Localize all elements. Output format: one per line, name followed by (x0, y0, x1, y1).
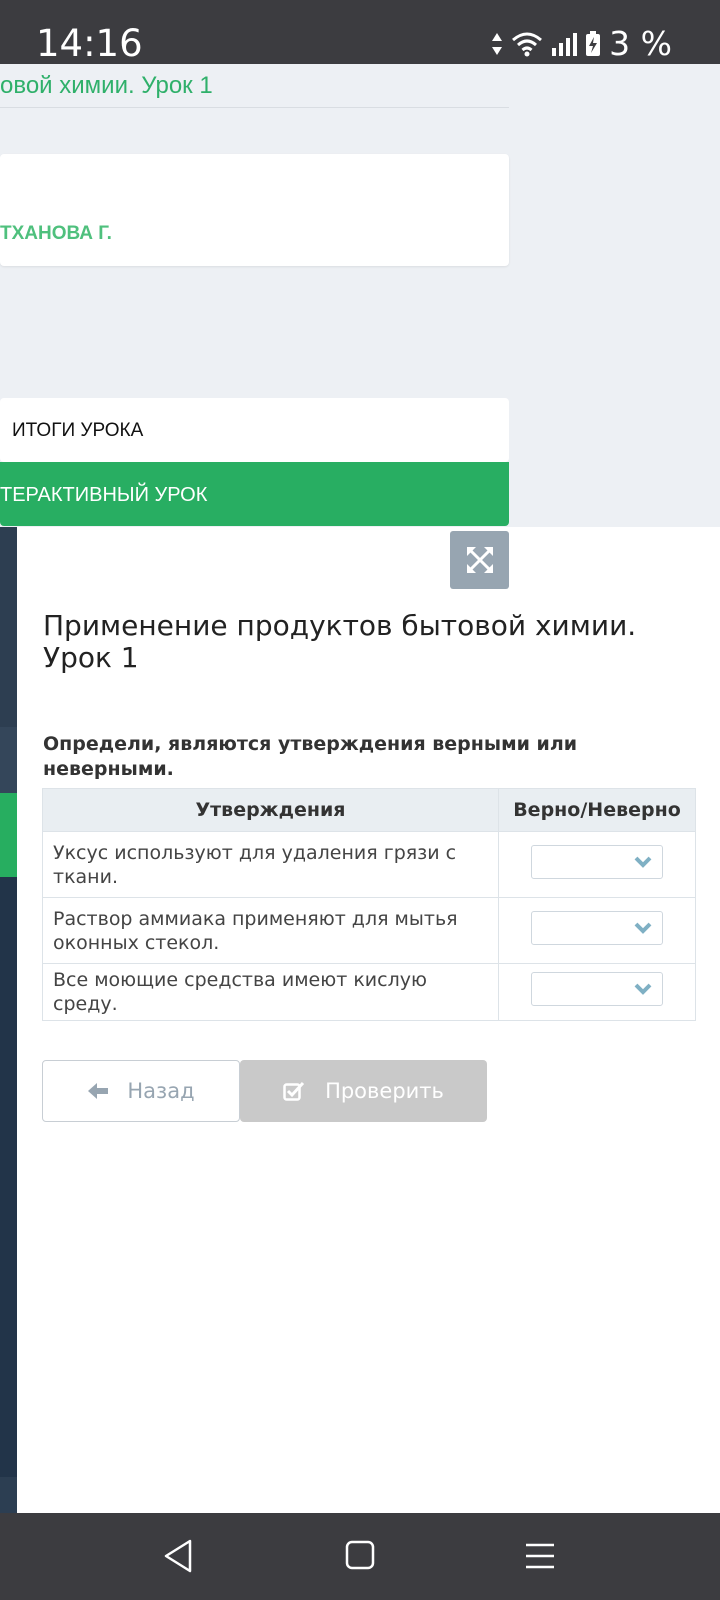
wifi-icon (512, 32, 543, 56)
nav-menu-icon[interactable] (524, 1538, 556, 1574)
statement-text: Раствор аммиака применяют для мытья окон… (42, 897, 499, 964)
answer-cell (498, 831, 696, 898)
statement-text: Все моющие средства имеют кислую среду. (42, 963, 499, 1021)
expand-icon (466, 547, 493, 573)
teacher-card (0, 154, 509, 266)
sidebar-active-block (0, 793, 17, 877)
sidebar-strip (0, 527, 17, 1513)
sidebar-block (0, 1477, 17, 1513)
check-button-label: Проверить (325, 1079, 444, 1103)
course-title[interactable]: овой химии. Урок 1 (0, 72, 213, 100)
table-row: Раствор аммиака применяют для мытья окон… (42, 897, 696, 964)
back-button-label: Назад (127, 1079, 195, 1103)
checkbox-icon (283, 1081, 305, 1101)
column-header-answer: Верно/Неверно (498, 788, 696, 832)
divider (0, 107, 509, 108)
data-arrows-icon (492, 32, 503, 55)
battery-charging-icon (586, 30, 601, 56)
arrow-left-icon (88, 1083, 109, 1099)
teacher-name: ТХАНОВА Г. (0, 223, 112, 244)
sidebar-block (0, 727, 17, 797)
sidebar-block (0, 527, 17, 727)
table-header-row: Утверждения Верно/Неверно (42, 788, 696, 832)
column-header-statements: Утверждения (42, 788, 499, 832)
fullscreen-button[interactable] (450, 531, 509, 589)
tab-summary-label: ИТОГИ УРОКА (12, 420, 144, 441)
table-row: Все моющие средства имеют кислую среду. (42, 963, 696, 1021)
battery-percent: 3 % (609, 24, 672, 63)
statement-text: Уксус используют для удаления грязи с тк… (42, 831, 499, 898)
answer-cell (498, 963, 696, 1021)
status-time: 14:16 (36, 22, 143, 65)
task-instruction: Определи, являются утверждения верными и… (43, 733, 578, 780)
answer-dropdown[interactable] (531, 844, 663, 879)
check-button[interactable]: Проверить (240, 1060, 487, 1122)
statements-table: Утверждения Верно/Неверно Уксус использу… (42, 788, 696, 1021)
table-row: Уксус используют для удаления грязи с тк… (42, 831, 696, 898)
answer-cell (498, 897, 696, 964)
nav-back-icon[interactable] (162, 1538, 194, 1574)
status-bar: 14:16 3 % (0, 0, 720, 65)
answer-dropdown[interactable] (531, 972, 663, 1006)
navigation-bar (0, 1513, 720, 1600)
nav-home-icon[interactable] (345, 1538, 375, 1572)
lesson-title: Применение продуктов бытовой химии. Урок… (43, 609, 637, 674)
signal-icon (552, 32, 578, 56)
chevron-down-icon (634, 983, 652, 995)
tab-interactive-label: ТЕРАКТИВНЫЙ УРОК (0, 484, 208, 506)
chevron-down-icon (634, 922, 652, 934)
back-button[interactable]: Назад (42, 1060, 240, 1122)
chevron-down-icon (634, 856, 652, 868)
status-icons: 3 % (491, 24, 672, 63)
answer-dropdown[interactable] (531, 910, 663, 945)
